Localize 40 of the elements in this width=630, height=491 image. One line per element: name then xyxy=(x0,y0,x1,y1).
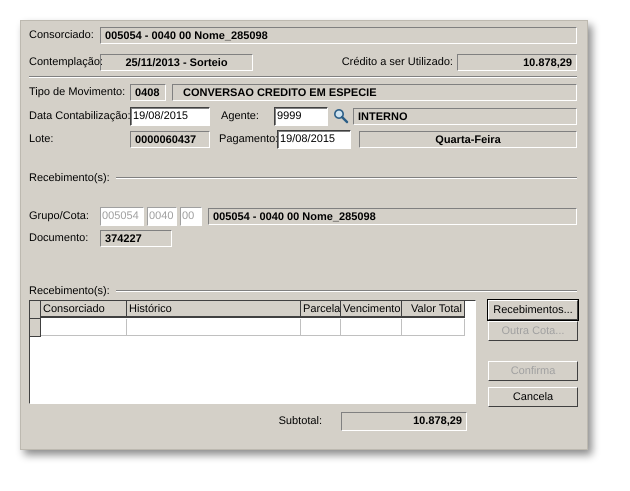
weekday-value: Quarta-Feira xyxy=(359,130,577,148)
search-icon[interactable] xyxy=(333,108,349,124)
documento-value: 374227 xyxy=(100,230,172,246)
column-header[interactable]: Histórico xyxy=(127,301,301,318)
table-cell[interactable] xyxy=(402,319,465,336)
movimento-code: 0408 xyxy=(130,84,166,100)
field-label: Consorciado: xyxy=(29,29,95,41)
field-label: Lote: xyxy=(29,133,54,145)
contemplacao-value: 25/11/2013 - Sorteio xyxy=(100,54,253,70)
payment-date-input[interactable]: 19/08/2015 xyxy=(277,130,351,148)
field-label: Contemplação: xyxy=(29,56,100,68)
date-input[interactable]: 19/08/2015 xyxy=(130,106,210,126)
field-label: Crédito a ser Utilizado: xyxy=(342,56,453,68)
column-header[interactable]: Valor Total xyxy=(402,301,465,318)
field-label: Subtotal: xyxy=(278,415,322,427)
section-title: Recebimento(s): xyxy=(29,172,110,184)
field-label: Data Contabilização: xyxy=(29,110,130,122)
row-header-cell[interactable] xyxy=(30,319,41,337)
table-cell[interactable] xyxy=(341,319,402,336)
column-header[interactable]: Consorciado xyxy=(41,301,127,318)
field-label: Pagamento: xyxy=(219,133,277,145)
field-label: Tipo de Movimento: xyxy=(29,86,126,98)
column-header[interactable]: Vencimento xyxy=(341,301,402,318)
table-cell[interactable] xyxy=(127,319,301,336)
dialog-button[interactable]: Cancela xyxy=(488,387,578,407)
table-cell[interactable] xyxy=(301,319,341,336)
field-label: Documento: xyxy=(29,232,90,244)
field-label: Grupo/Cota: xyxy=(29,210,90,222)
consorciado-value: 005054 - 0040 00 Nome_285098 xyxy=(100,26,577,44)
agent-input[interactable]: 9999 xyxy=(274,106,328,126)
agent-name: INTERNO xyxy=(353,108,577,124)
credito-value: 10.878,29 xyxy=(457,54,577,70)
table-cell[interactable] xyxy=(41,319,127,336)
lote-value: 0000060437 xyxy=(130,130,210,148)
field-label: Agente: xyxy=(221,110,260,122)
subtotal-value: 10.878,29 xyxy=(341,412,467,430)
dialog-button[interactable]: Recebimentos... xyxy=(488,300,578,320)
movimento-description: CONVERSAO CREDITO EM ESPECIE xyxy=(172,84,577,100)
section-title: Recebimento(s): xyxy=(29,285,110,297)
cota-description: 005054 - 0040 00 Nome_285098 xyxy=(208,208,577,224)
